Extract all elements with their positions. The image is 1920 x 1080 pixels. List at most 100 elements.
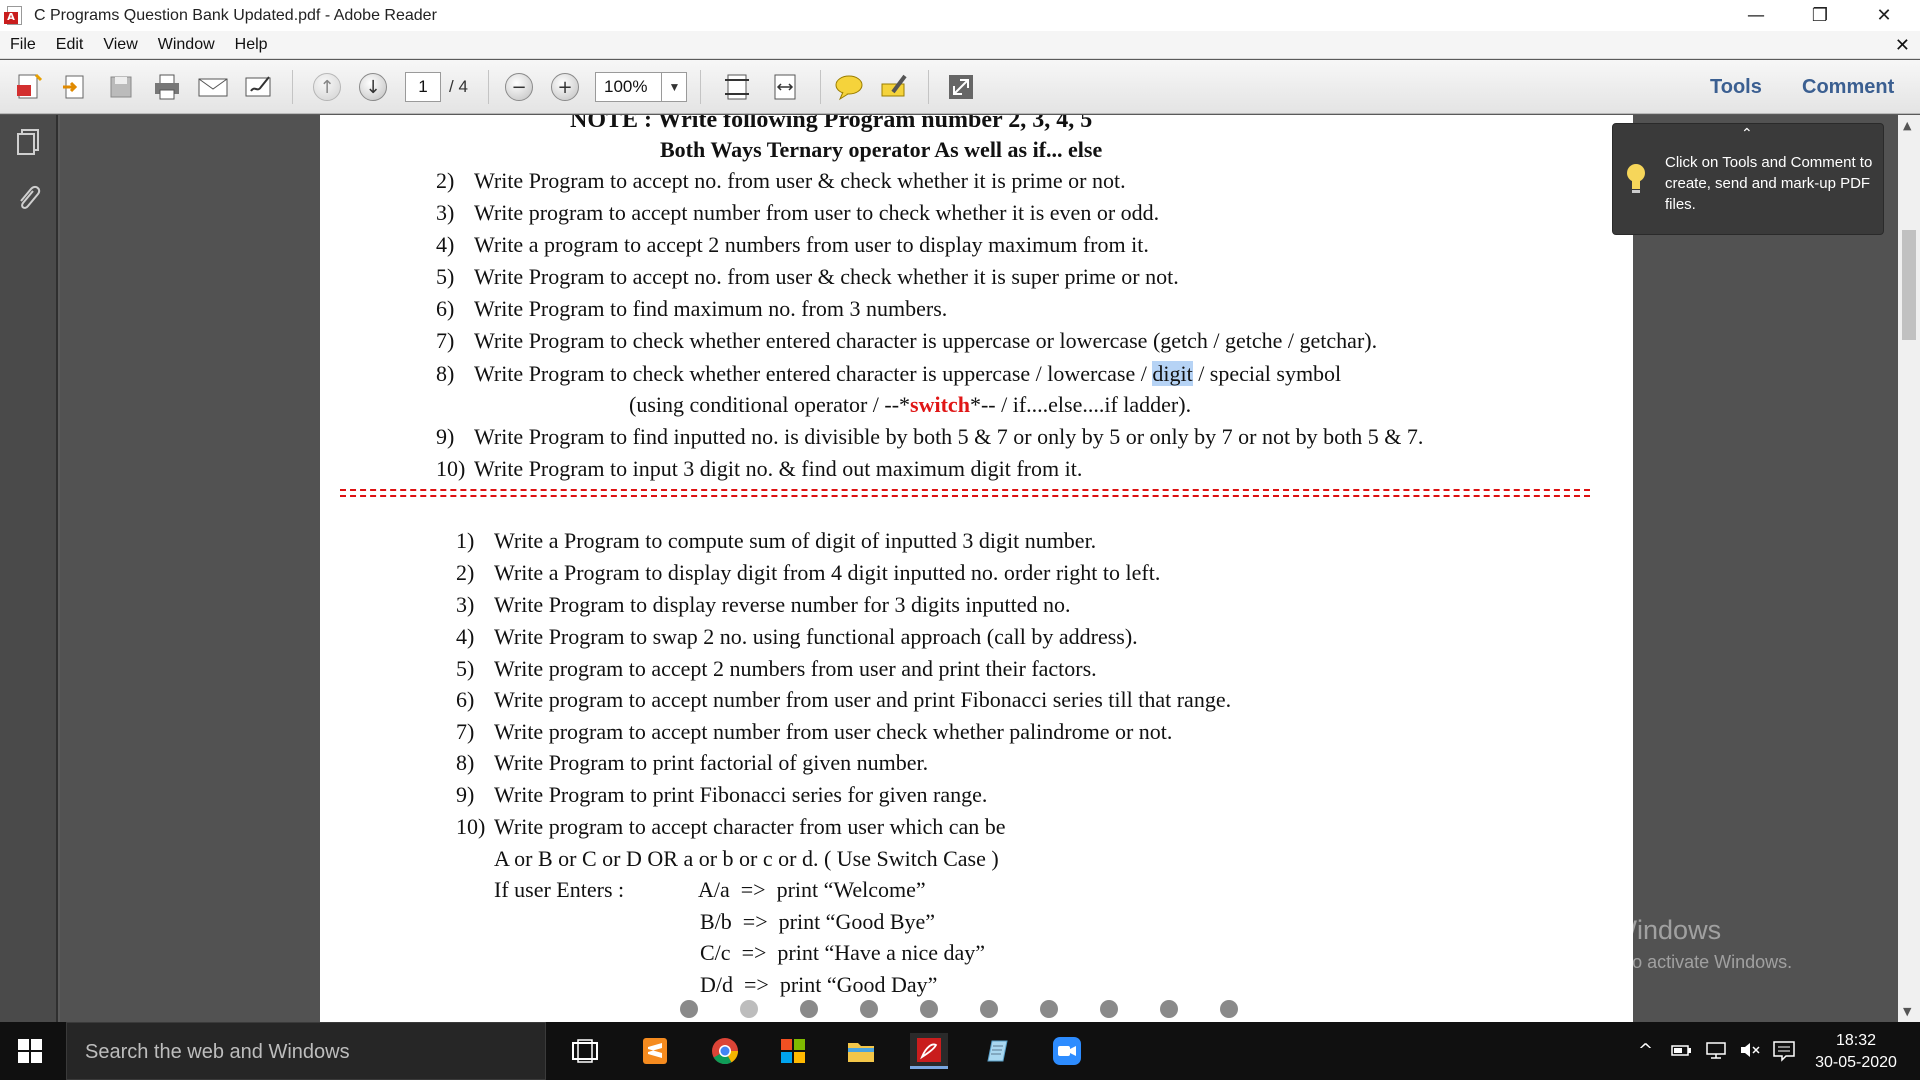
menu-view[interactable]: View — [93, 36, 147, 54]
store-icon[interactable] — [774, 1033, 812, 1069]
list-item: 4) Write a program to accept 2 numbers fr… — [436, 232, 1149, 257]
lightbulb-icon — [1627, 164, 1645, 193]
list-item: 9) Write Program to find inputted no. is … — [436, 424, 1424, 449]
loading-dot — [1220, 1000, 1238, 1018]
taskbar-search[interactable]: Search the web and Windows — [66, 1022, 546, 1080]
title-bar: A C Programs Question Bank Updated.pdf -… — [0, 0, 1920, 31]
scroll-up-icon[interactable]: ▲ — [1903, 119, 1911, 132]
pdf-page[interactable]: NOTE : Write following Program number 2,… — [320, 115, 1633, 1022]
tooltip-text: Click on Tools and Comment to create, se… — [1665, 154, 1873, 213]
menu-help[interactable]: Help — [225, 36, 278, 54]
taskbar-clock[interactable]: 18:32 30-05-2020 — [1806, 1030, 1906, 1074]
vertical-scrollbar[interactable]: ▲ ▼ — [1898, 115, 1920, 1022]
list-item: 6) Write Program to find maximum no. from… — [436, 296, 948, 321]
taskbar: Search the web and Windows ^ 18:32 30-05… — [0, 1022, 1920, 1080]
page-total: / 4 — [449, 77, 468, 96]
volume-muted-icon[interactable] — [1738, 1040, 1762, 1065]
window-title: C Programs Question Bank Updated.pdf - A… — [34, 6, 437, 24]
page-number-input[interactable]: 1 — [405, 72, 441, 102]
list-item: 10) Write Program to input 3 digit no. & … — [436, 456, 1083, 481]
fit-width-icon[interactable] — [768, 70, 802, 104]
chrome-icon[interactable] — [706, 1033, 744, 1069]
loading-dot — [1040, 1000, 1058, 1018]
loading-dot — [1160, 1000, 1178, 1018]
attachments-icon[interactable] — [13, 183, 43, 213]
network-icon[interactable] — [1704, 1040, 1728, 1065]
previous-page-icon[interactable]: ↑ — [310, 70, 344, 104]
scroll-down-icon[interactable]: ▼ — [1903, 1005, 1911, 1018]
navigation-pane — [0, 115, 58, 1022]
collapse-tooltip-icon[interactable]: ⌃ — [1741, 126, 1753, 142]
sublime-text-icon[interactable] — [636, 1033, 674, 1069]
activate-windows-subtitle: Go to Settings to activate Windows. — [1508, 952, 1793, 972]
maximize-button[interactable]: ❐ — [1790, 0, 1850, 31]
note-heading: NOTE : Write following Program number 2,… — [570, 115, 1093, 133]
list-item: 8) Write Program to print factorial of gi… — [456, 750, 929, 775]
zoom-app-icon[interactable] — [1048, 1033, 1086, 1069]
zoom-in-icon[interactable]: + — [548, 70, 582, 104]
page-thumbnails-icon[interactable] — [13, 127, 43, 157]
export-icon[interactable] — [58, 70, 92, 104]
menu-edit[interactable]: Edit — [46, 36, 94, 54]
save-icon[interactable] — [104, 70, 138, 104]
if-user-enters: If user Enters : — [494, 877, 625, 902]
search-placeholder: Search the web and Windows — [85, 1041, 350, 1063]
case-d: D/d => print “Good Day” — [700, 972, 938, 997]
list-item: 3) Write Program to display reverse numbe… — [456, 592, 1071, 617]
list-item: 2) Write Program to accept no. from user … — [436, 168, 1126, 193]
sign-icon[interactable] — [242, 70, 276, 104]
note-subheading: Both Ways Ternary operator As well as if… — [660, 137, 1103, 162]
zoom-out-icon[interactable]: − — [502, 70, 536, 104]
action-center-icon[interactable] — [1772, 1040, 1796, 1067]
clock-time: 18:32 — [1835, 1032, 1877, 1049]
print-icon[interactable] — [150, 70, 184, 104]
loading-dot — [800, 1000, 818, 1018]
close-document-button[interactable]: ✕ — [1895, 35, 1910, 56]
list-item: 1) Write a Program to compute sum of digi… — [456, 528, 1097, 553]
sticky-note-icon[interactable] — [832, 70, 866, 104]
create-pdf-icon[interactable] — [12, 70, 46, 104]
loading-dot — [680, 1000, 698, 1018]
list-item: 4) Write Program to swap 2 no. using func… — [456, 624, 1138, 649]
fullscreen-icon[interactable] — [944, 70, 978, 104]
start-button[interactable] — [18, 1039, 42, 1063]
email-icon[interactable] — [196, 70, 230, 104]
show-hidden-icons-icon[interactable]: ^ — [1638, 1040, 1653, 1061]
tools-button[interactable]: Tools — [1710, 76, 1762, 99]
selected-text: digit — [1152, 361, 1193, 386]
battery-icon[interactable] — [1670, 1040, 1694, 1065]
list-item: 10) Write program to accept character fro… — [456, 814, 1006, 839]
adobe-reader-icon: A — [4, 5, 26, 27]
notepad-icon[interactable] — [978, 1033, 1016, 1069]
zoom-dropdown-button[interactable]: ▼ — [661, 72, 687, 102]
clock-date: 30-05-2020 — [1815, 1054, 1897, 1071]
case-a: A/a => print “Welcome” — [698, 877, 926, 902]
list-item: 5) Write Program to accept no. from user … — [436, 264, 1179, 289]
close-window-button[interactable]: ✕ — [1854, 0, 1914, 31]
case-c: C/c => print “Have a nice day” — [700, 940, 986, 965]
minimize-button[interactable]: — — [1726, 0, 1786, 31]
list-item: 7) Write program to accept number from us… — [456, 719, 1173, 744]
comment-button[interactable]: Comment — [1802, 76, 1894, 99]
next-page-icon[interactable]: ↓ — [356, 70, 390, 104]
loading-dot — [860, 1000, 878, 1018]
tools-tooltip: ⌃ Click on Tools and Comment to create, … — [1612, 123, 1884, 235]
loading-dot — [740, 1000, 758, 1018]
loading-dot — [980, 1000, 998, 1018]
file-explorer-icon[interactable] — [842, 1033, 880, 1069]
item10-line2: A or B or C or D OR a or b or c or d. ( … — [494, 846, 999, 871]
fit-page-icon[interactable] — [720, 70, 754, 104]
scrollbar-thumb[interactable] — [1902, 230, 1916, 340]
adobe-reader-taskbar-icon[interactable] — [910, 1033, 948, 1069]
list-item: 5) Write program to accept 2 numbers from… — [456, 656, 1097, 681]
menu-window[interactable]: Window — [148, 36, 225, 54]
menu-file[interactable]: File — [0, 36, 46, 54]
case-b: B/b => print “Good Bye” — [700, 909, 936, 934]
chevron-down-icon: ▼ — [668, 80, 681, 94]
list-item: 6) Write program to accept number from us… — [456, 687, 1232, 712]
list-item-8-line2: (using conditional operator / --*switch*… — [629, 392, 1192, 417]
list-item-8: 8) Write Program to check whether entered… — [436, 361, 1342, 386]
task-view-icon[interactable] — [566, 1033, 604, 1069]
highlight-icon[interactable] — [878, 70, 912, 104]
list-item: 9) Write Program to print Fibonacci serie… — [456, 782, 988, 807]
